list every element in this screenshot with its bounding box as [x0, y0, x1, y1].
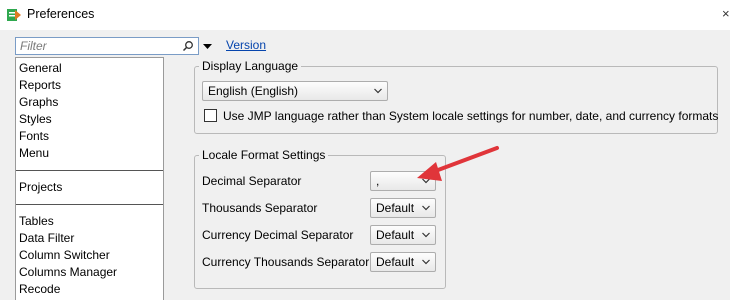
- category-graphs[interactable]: Graphs: [19, 95, 58, 109]
- use-jmp-language-checkbox[interactable]: [204, 109, 217, 122]
- chevron-down-icon: [422, 178, 430, 184]
- thousands-separator-value: Default: [376, 201, 415, 215]
- category-column-switcher[interactable]: Column Switcher: [19, 248, 110, 262]
- display-language-select[interactable]: English (English): [202, 81, 388, 101]
- category-divider: [16, 204, 163, 205]
- currency-decimal-separator-select[interactable]: Default: [370, 225, 436, 245]
- currency-decimal-separator-label: Currency Decimal Separator: [202, 228, 354, 242]
- use-jmp-language-label: Use JMP language rather than System loca…: [223, 109, 719, 123]
- chevron-down-icon: [422, 232, 430, 238]
- category-styles[interactable]: Styles: [19, 112, 52, 126]
- category-fonts[interactable]: Fonts: [19, 129, 49, 143]
- display-language-legend: Display Language: [199, 59, 302, 73]
- filter-input[interactable]: Filter: [15, 37, 199, 55]
- currency-thousands-separator-value: Default: [376, 255, 415, 269]
- window-title: Preferences: [27, 7, 95, 21]
- version-link[interactable]: Version: [226, 38, 266, 52]
- currency-thousands-separator-label: Currency Thousands Separator: [202, 255, 370, 269]
- thousands-separator-label: Thousands Separator: [202, 201, 318, 215]
- category-general[interactable]: General: [19, 61, 62, 75]
- category-projects[interactable]: Projects: [19, 180, 62, 194]
- filter-placeholder: Filter: [20, 39, 47, 53]
- chevron-down-icon: [374, 88, 382, 94]
- thousands-separator-select[interactable]: Default: [370, 198, 436, 218]
- preference-category-list[interactable]: General Reports Graphs Styles Fonts Menu…: [15, 57, 164, 300]
- category-menu[interactable]: Menu: [19, 146, 49, 160]
- search-icon: [182, 41, 193, 52]
- chevron-down-icon: [422, 205, 430, 211]
- jmp-app-icon: [7, 9, 21, 21]
- decimal-separator-value: ,: [376, 174, 380, 188]
- locale-format-legend: Locale Format Settings: [199, 148, 329, 162]
- close-icon[interactable]: ×: [722, 6, 730, 21]
- display-language-value: English (English): [208, 84, 299, 98]
- decimal-separator-select[interactable]: ,: [370, 171, 436, 191]
- category-divider: [16, 170, 163, 171]
- category-recode[interactable]: Recode: [19, 282, 60, 296]
- filter-dropdown-icon[interactable]: [201, 37, 214, 55]
- category-columns-manager[interactable]: Columns Manager: [19, 265, 117, 279]
- chevron-down-icon: [422, 259, 430, 265]
- currency-thousands-separator-select[interactable]: Default: [370, 252, 436, 272]
- currency-decimal-separator-value: Default: [376, 228, 415, 242]
- category-tables[interactable]: Tables: [19, 214, 54, 228]
- window-titlebar: Preferences ×: [0, 0, 730, 30]
- category-data-filter[interactable]: Data Filter: [19, 231, 74, 245]
- category-reports[interactable]: Reports: [19, 78, 61, 92]
- decimal-separator-label: Decimal Separator: [202, 174, 302, 188]
